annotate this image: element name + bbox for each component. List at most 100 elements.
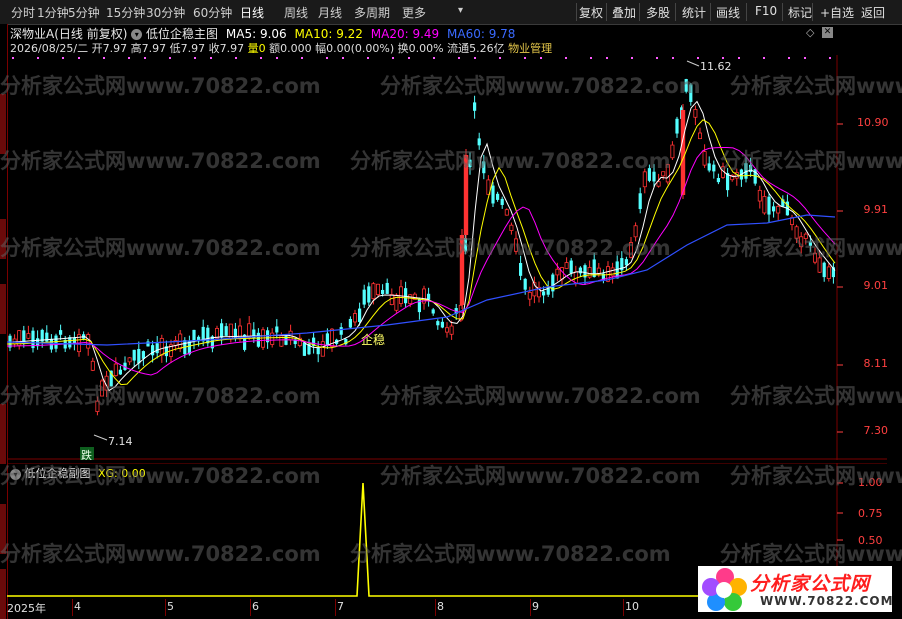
candle-body — [26, 333, 31, 339]
candle-body — [381, 289, 385, 294]
candle-body — [159, 338, 164, 356]
period-tab-0[interactable]: 分时 — [11, 4, 35, 21]
ma60-label: MA60: 9.78 — [447, 27, 516, 41]
period-tab-7[interactable]: 周线 — [284, 4, 308, 21]
tool-button-1[interactable]: 叠加 — [612, 4, 636, 21]
candle-body — [799, 236, 804, 248]
candle-body — [477, 138, 481, 146]
tool-button-4[interactable]: 画线 — [716, 4, 740, 21]
period-tab-5[interactable]: 60分钟 — [193, 4, 232, 21]
fall-badge-label: 跌 — [81, 448, 92, 460]
signal-dot — [103, 57, 105, 59]
candle-body — [59, 330, 63, 335]
candle-body — [693, 109, 698, 118]
candle-body — [352, 313, 357, 323]
period-tab-3[interactable]: 15分钟 — [106, 4, 145, 21]
candle-body — [192, 329, 196, 342]
low-value: 低7.97 — [169, 42, 206, 55]
signal-dot — [326, 57, 328, 59]
signal-dot — [788, 57, 790, 59]
range-value: 幅0.00(0.00%) — [315, 42, 395, 55]
more-caret-icon[interactable]: ▾ — [458, 5, 463, 16]
tool-button-3[interactable]: 统计 — [682, 4, 706, 21]
candle-body — [408, 294, 413, 304]
tool-button-7[interactable]: +自选 — [820, 4, 854, 21]
candle-body — [90, 360, 95, 371]
period-tab-10[interactable]: 更多 — [402, 4, 426, 21]
date-tick-label: 6 — [252, 600, 259, 613]
ma5-label: MA5: 9.06 — [225, 27, 287, 41]
tool-button-2[interactable]: 多股 — [646, 4, 670, 21]
candle-body — [431, 309, 435, 314]
signal-dot — [763, 57, 765, 59]
signal-dot — [722, 57, 724, 59]
period-tab-1[interactable]: 1分钟 — [37, 4, 69, 21]
signal-dot — [672, 57, 674, 59]
signal-dot — [367, 57, 369, 59]
candle-body — [596, 267, 601, 275]
period-tab-9[interactable]: 多周期 — [354, 4, 390, 21]
ma-line — [7, 119, 836, 386]
period-tab-8[interactable]: 月线 — [318, 4, 342, 21]
signal-dot — [62, 57, 64, 59]
high-value: 高7.97 — [130, 42, 167, 55]
candle-body — [698, 132, 703, 140]
price-tick-label: 9.91 — [863, 203, 889, 216]
candle-body — [440, 321, 444, 328]
signal-dot — [342, 57, 344, 59]
signal-dot — [697, 57, 699, 59]
candle-body — [661, 171, 666, 177]
close-pane-icon[interactable]: ✕ — [822, 27, 833, 38]
indicator-name[interactable]: 低位企稳主图 — [146, 27, 218, 41]
signal-tick-label: 0.75 — [858, 507, 883, 520]
candle-body — [587, 267, 592, 278]
tool-button-5[interactable]: F10 — [755, 4, 777, 18]
candle-body — [358, 308, 362, 322]
period-tab-6[interactable]: 日线 — [240, 4, 264, 21]
candle-body — [702, 151, 707, 166]
signal-dot — [169, 57, 171, 59]
industry-value[interactable]: 物业管理 — [508, 42, 552, 55]
candle-body — [473, 102, 477, 111]
date-tick-label: 4 — [74, 600, 81, 613]
candle-body — [509, 224, 514, 231]
ma10-label: MA10: 9.22 — [294, 27, 363, 41]
candle-body — [803, 233, 808, 239]
candle-body — [320, 341, 325, 357]
candle-body — [95, 400, 100, 412]
candle-body — [564, 262, 569, 269]
low-price-label: 7.14 — [108, 435, 133, 448]
candle-body — [275, 326, 279, 333]
signal-dot — [210, 57, 212, 59]
signal-dot — [128, 57, 130, 59]
candle-body — [638, 193, 642, 210]
candle-body — [523, 278, 527, 290]
candle-body — [220, 323, 224, 338]
period-tab-2[interactable]: 5分钟 — [68, 4, 100, 21]
candle-body — [362, 289, 366, 305]
tool-button-6[interactable]: 标记 — [788, 4, 812, 21]
candle-body — [680, 110, 686, 195]
candle-body — [629, 242, 634, 258]
period-tab-4[interactable]: 30分钟 — [146, 4, 185, 21]
candle-body — [449, 325, 454, 335]
candle-body — [762, 196, 767, 214]
candle-body — [113, 363, 118, 376]
candle-body — [155, 343, 159, 354]
signal-dot — [408, 57, 410, 59]
candle-body — [642, 171, 647, 188]
diamond-icon[interactable]: ◇ — [806, 26, 814, 39]
tool-button-0[interactable]: 复权 — [579, 4, 603, 21]
candle-body — [385, 282, 389, 294]
price-chart[interactable]: 11.62 7.14 企稳跌 — [7, 55, 887, 460]
high-price-label: 11.62 — [700, 60, 732, 73]
logo-url: WWW.70822.COM — [760, 594, 894, 608]
candle-body — [49, 338, 53, 350]
signal-dot — [260, 57, 262, 59]
open-value: 开7.97 — [91, 42, 128, 55]
candle-body — [675, 118, 679, 134]
chevron-down-icon[interactable]: ▾ — [131, 29, 143, 40]
candle-body — [500, 198, 504, 205]
tool-button-8[interactable]: 返回 — [861, 4, 885, 21]
candle-body — [463, 238, 467, 252]
